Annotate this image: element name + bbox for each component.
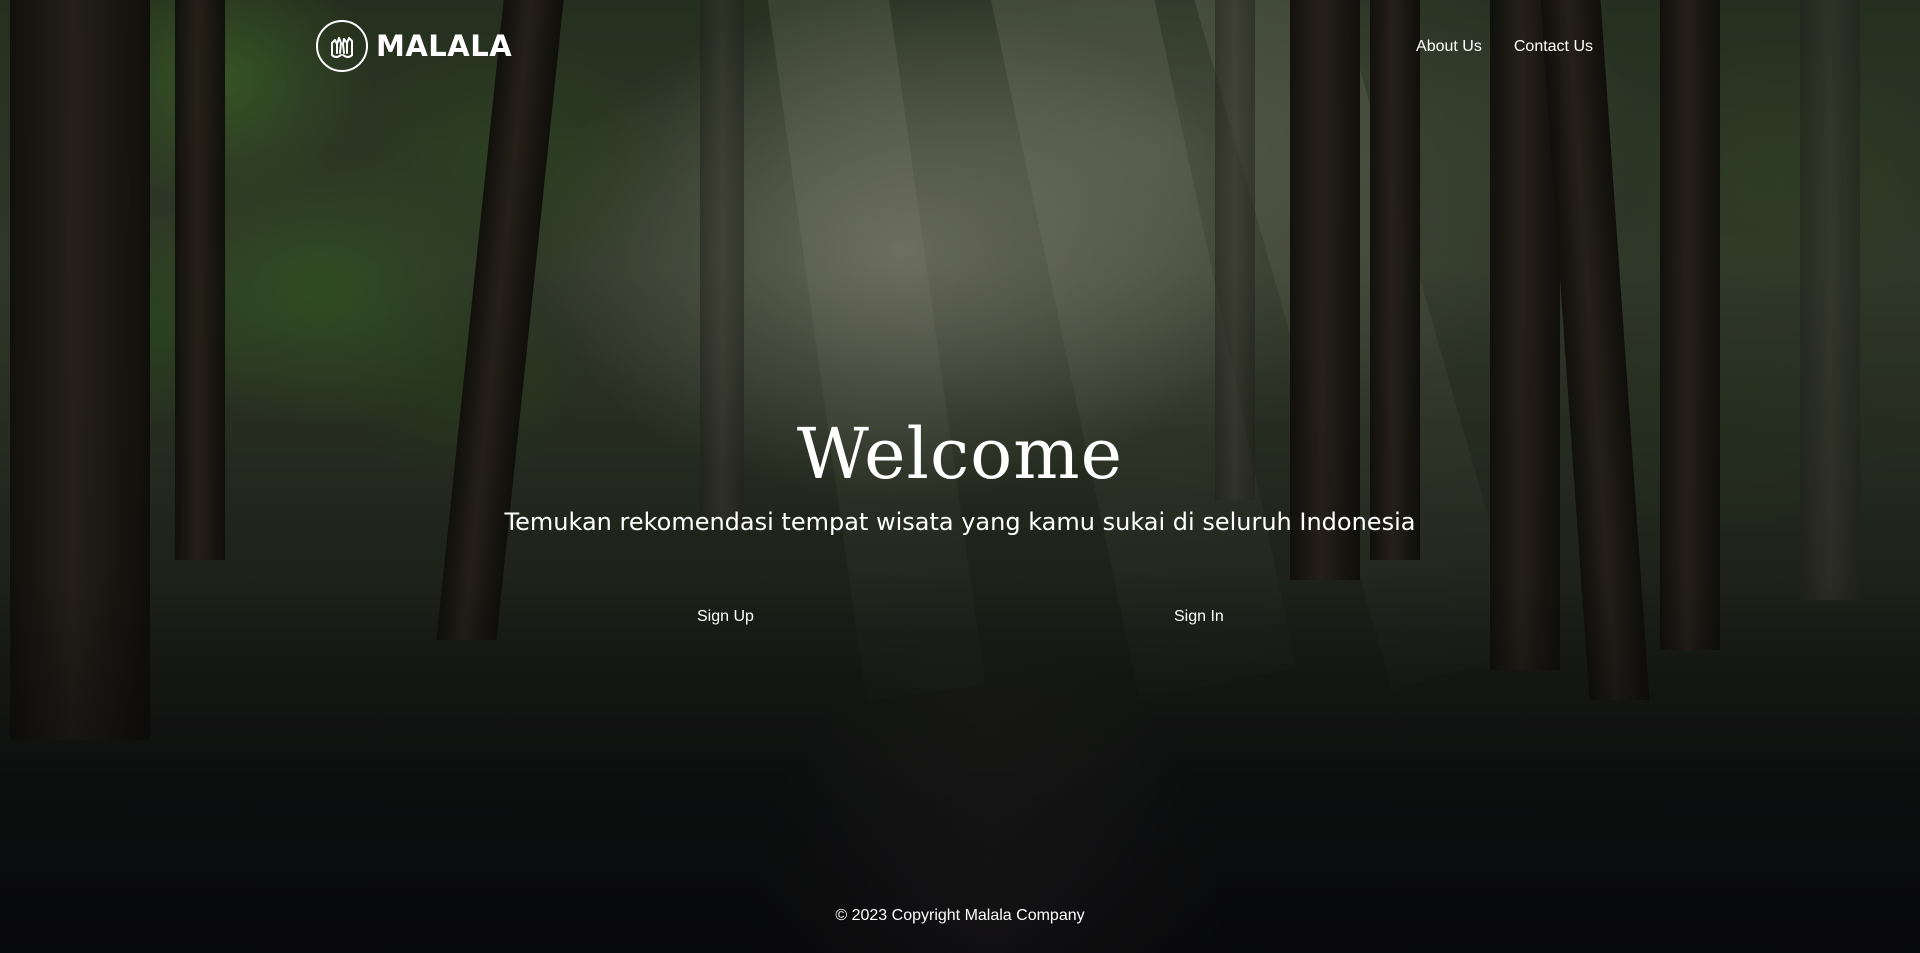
sign-up-button[interactable]: Sign Up [697,608,754,626]
hero-subtitle: Temukan rekomendasi tempat wisata yang k… [504,508,1416,536]
hands-circle-icon [316,20,368,72]
brand-name: MALALA [376,29,513,63]
hero-title: Welcome [796,413,1124,495]
nav-contact-us-link[interactable]: Contact Us [1514,38,1593,56]
nav-links: About Us Contact Us [1416,38,1593,56]
brand-logo-link[interactable]: MALALA [316,20,512,72]
footer-copyright: © 2023 Copyright Malala Company [835,907,1085,924]
nav-about-us-link[interactable]: About Us [1416,38,1482,56]
hero-content: Welcome Temukan rekomendasi tempat wisat… [0,410,1920,538]
hero-background: MALALA About Us Contact Us Welcome Temuk… [0,0,1920,953]
navbar: MALALA About Us Contact Us [0,0,1920,96]
sign-in-button[interactable]: Sign In [1174,608,1224,626]
